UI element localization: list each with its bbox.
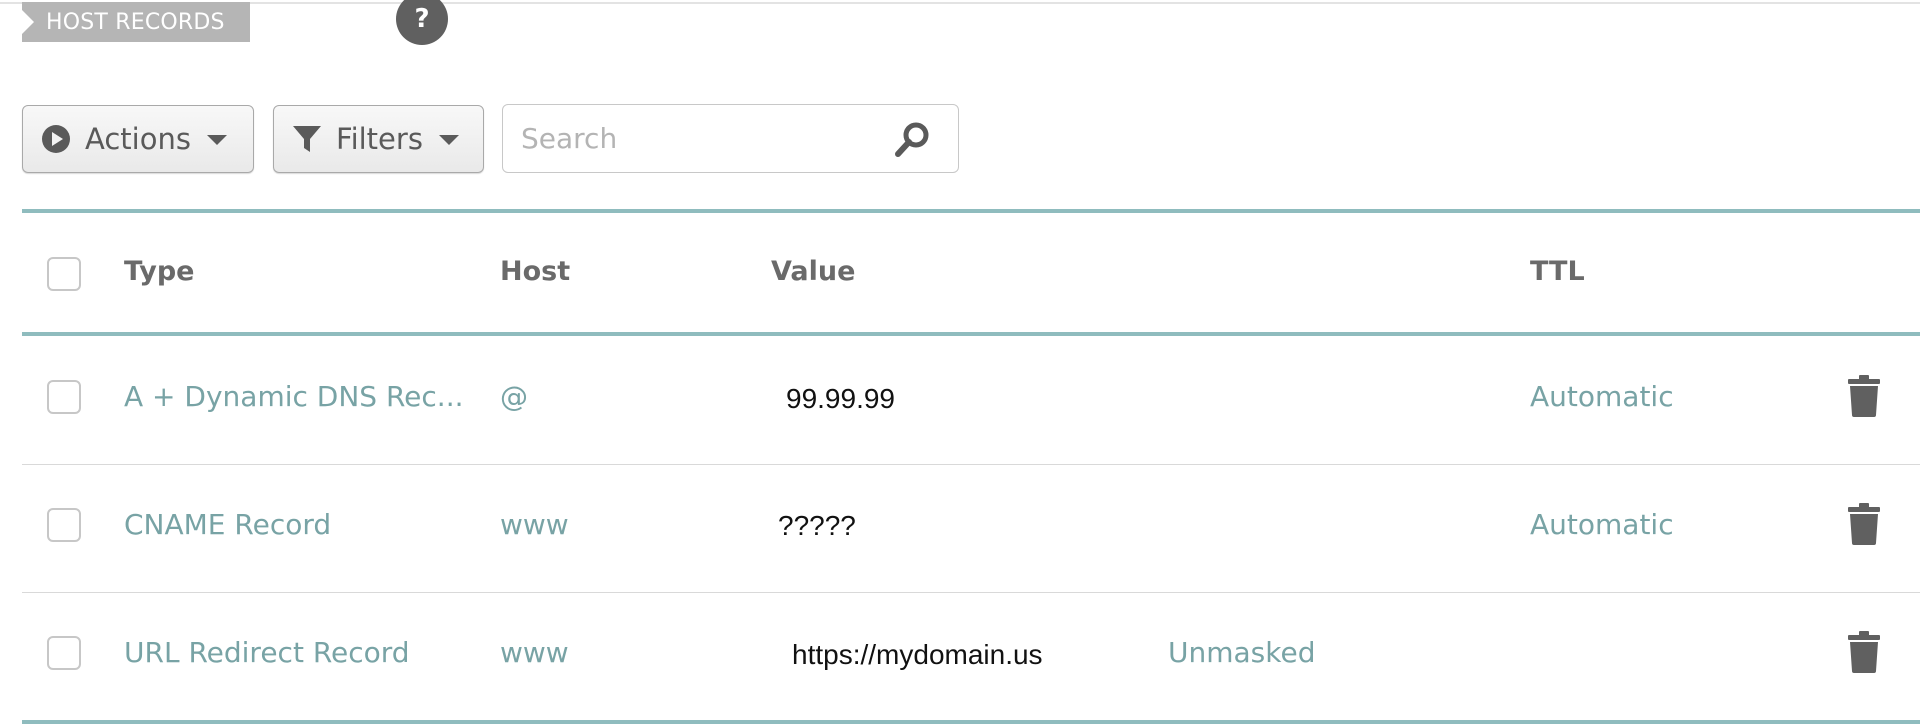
column-header-ttl: TTL bbox=[1530, 256, 1585, 287]
tag-notch bbox=[22, 10, 34, 34]
row-checkbox[interactable] bbox=[47, 636, 81, 670]
record-type[interactable]: A + Dynamic DNS Rec... bbox=[124, 380, 464, 413]
row-checkbox[interactable] bbox=[47, 380, 81, 414]
record-value[interactable]: https://mydomain.us bbox=[792, 639, 1043, 671]
table-header-rule bbox=[22, 332, 1920, 336]
section-header: HOST RECORDS bbox=[22, 2, 250, 42]
caret-down-icon bbox=[206, 135, 227, 145]
play-circle-icon bbox=[42, 125, 70, 153]
trash-icon[interactable] bbox=[1848, 503, 1880, 545]
table-top-rule bbox=[22, 209, 1920, 213]
search-input[interactable] bbox=[521, 105, 881, 172]
record-host[interactable]: www bbox=[500, 508, 569, 541]
actions-label: Actions bbox=[85, 122, 191, 156]
row-divider bbox=[22, 464, 1920, 465]
column-header-value: Value bbox=[771, 256, 856, 287]
trash-icon[interactable] bbox=[1848, 375, 1880, 417]
record-host[interactable]: www bbox=[500, 636, 569, 669]
record-host[interactable]: @ bbox=[500, 380, 528, 413]
record-ttl[interactable]: Automatic bbox=[1530, 508, 1674, 541]
record-ttl[interactable]: Automatic bbox=[1530, 380, 1674, 413]
select-all-checkbox[interactable] bbox=[47, 257, 81, 291]
record-type[interactable]: CNAME Record bbox=[124, 508, 331, 541]
search-box bbox=[502, 104, 959, 173]
record-value[interactable]: ????? bbox=[778, 510, 856, 542]
search-magnifier-icon[interactable] bbox=[893, 120, 933, 160]
trash-icon[interactable] bbox=[1848, 631, 1880, 673]
filter-funnel-icon bbox=[293, 126, 321, 152]
filters-button[interactable]: Filters bbox=[273, 105, 484, 173]
actions-button[interactable]: Actions bbox=[22, 105, 254, 173]
record-value[interactable]: 99.99.99 bbox=[786, 383, 895, 415]
section-title: HOST RECORDS bbox=[46, 9, 225, 35]
row-checkbox[interactable] bbox=[47, 508, 81, 542]
column-header-type: Type bbox=[124, 256, 195, 287]
help-button[interactable]: ? bbox=[396, 0, 448, 45]
table-bottom-rule bbox=[22, 720, 1920, 724]
record-type[interactable]: URL Redirect Record bbox=[124, 636, 410, 669]
filters-label: Filters bbox=[336, 122, 423, 156]
caret-down-icon bbox=[438, 135, 459, 145]
top-divider bbox=[0, 2, 1920, 4]
record-extra: Unmasked bbox=[1168, 636, 1316, 669]
column-header-host: Host bbox=[500, 256, 571, 287]
row-divider bbox=[22, 592, 1920, 593]
